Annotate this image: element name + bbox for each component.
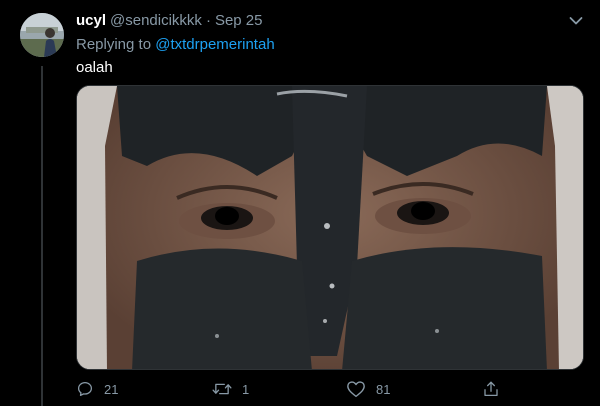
- share-button[interactable]: [482, 378, 500, 400]
- heart-icon: [347, 381, 365, 398]
- like-count: 81: [376, 381, 391, 397]
- tweet-media[interactable]: [76, 85, 584, 370]
- like-button[interactable]: 81: [346, 378, 390, 400]
- tweet-date[interactable]: Sep 25: [215, 12, 263, 29]
- thread-line: [41, 66, 43, 406]
- replying-to-label: Replying to: [76, 36, 152, 53]
- reply-icon: [77, 381, 93, 397]
- reply-button[interactable]: 21: [76, 378, 118, 400]
- retweet-button[interactable]: 1: [212, 378, 249, 400]
- tweet-text: oalah: [76, 59, 113, 76]
- tweet-actions: 21 1 81: [76, 378, 506, 400]
- tweet-header: ucyl @sendicikkkk · Sep 25: [76, 12, 262, 32]
- replying-to: Replying to @txtdrpemerintah: [76, 36, 275, 53]
- retweet-icon: [212, 383, 232, 395]
- retweet-count: 1: [242, 381, 250, 397]
- avatar[interactable]: [20, 13, 64, 57]
- avatar-photo: [20, 13, 64, 57]
- display-name[interactable]: ucyl: [76, 12, 106, 29]
- reply-mention-link[interactable]: @txtdrpemerintah: [155, 36, 274, 53]
- reply-count: 21: [104, 381, 119, 397]
- user-handle[interactable]: @sendicikkkk: [110, 12, 202, 29]
- tweet-photo: [77, 86, 583, 369]
- chevron-down-icon[interactable]: [566, 14, 586, 28]
- share-icon: [484, 381, 498, 397]
- separator-dot: ·: [205, 12, 211, 29]
